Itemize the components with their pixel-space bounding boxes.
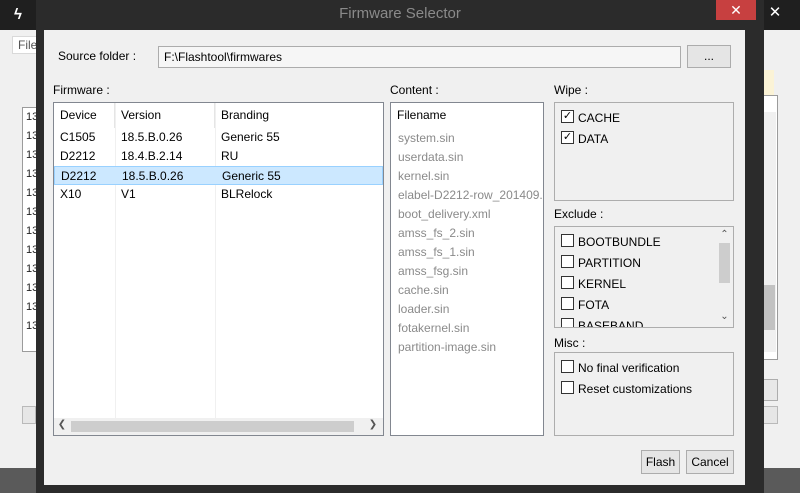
exclude-partition-option[interactable]: PARTITION <box>561 252 641 272</box>
wipe-data-checkbox[interactable]: ✓ <box>561 131 574 145</box>
exclude-group: BOOTBUNDLE PARTITION KERNEL FOTA BASEBAN… <box>554 226 734 328</box>
misc-label: Misc : <box>554 336 586 350</box>
branding-cell: Generic 55 <box>222 169 281 183</box>
content-file-item[interactable]: partition-image.sin <box>398 338 496 357</box>
content-file-item[interactable]: fotakernel.sin <box>398 319 469 338</box>
content-file-item[interactable]: system.sin <box>398 129 455 148</box>
browse-button[interactable]: ... <box>687 45 731 68</box>
firmware-row[interactable]: X10 V1 BLRelock <box>54 185 383 204</box>
content-file-item[interactable]: kernel.sin <box>398 167 449 186</box>
branding-cell: Generic 55 <box>221 130 280 144</box>
exclude-label: Exclude : <box>554 207 604 221</box>
reset-customizations-checkbox[interactable] <box>561 381 574 395</box>
checkbox-label: DATA <box>578 131 609 146</box>
content-file-item[interactable]: cache.sin <box>398 281 449 300</box>
source-folder-label: Source folder : <box>58 49 137 63</box>
version-cell: 18.4.B.2.14 <box>121 149 183 163</box>
column-header-branding[interactable]: Branding <box>215 103 383 128</box>
scroll-right-icon[interactable]: ❯ <box>367 419 379 430</box>
reset-customizations-option[interactable]: Reset customizations <box>561 378 692 398</box>
source-folder-field[interactable]: F:\Flashtool\firmwares <box>158 46 681 68</box>
exclude-baseband-checkbox[interactable] <box>561 318 574 327</box>
wipe-label: Wipe : <box>554 83 589 97</box>
content-file-item[interactable]: amss_fs_1.sin <box>398 243 475 262</box>
firmware-label: Firmware : <box>53 83 110 97</box>
exclude-partition-checkbox[interactable] <box>561 255 574 269</box>
scrollbar-thumb[interactable] <box>71 421 354 432</box>
dialog-title: Firmware Selector <box>339 5 461 22</box>
firmware-horizontal-scrollbar[interactable]: ❮ ❯ <box>54 418 383 435</box>
branding-cell: RU <box>221 149 239 163</box>
flashtool-bolt-icon: ϟ <box>14 6 22 23</box>
checkbox-label: Reset customizations <box>578 381 693 396</box>
checkbox-label: No final verification <box>578 360 680 375</box>
exclude-fota-checkbox[interactable] <box>561 297 574 311</box>
scroll-down-icon[interactable]: ⌄ <box>718 311 731 322</box>
content-file-item[interactable]: userdata.sin <box>398 148 463 167</box>
content-file-item[interactable]: loader.sin <box>398 300 449 319</box>
no-final-verification-option[interactable]: No final verification <box>561 357 679 377</box>
exclude-kernel-checkbox[interactable] <box>561 276 574 290</box>
checkbox-label: BASEBAND <box>578 318 644 328</box>
scrollbar-thumb[interactable] <box>719 243 730 283</box>
content-file-item[interactable]: amss_fs_2.sin <box>398 224 475 243</box>
device-cell: D2212 <box>60 149 96 163</box>
dialog-close-button[interactable]: ✕ <box>716 0 756 20</box>
exclude-baseband-option[interactable]: BASEBAND <box>561 315 644 328</box>
flash-button[interactable]: Flash <box>641 450 680 474</box>
content-file-item[interactable]: elabel-D2212-row_201409... <box>398 186 543 205</box>
device-cell: C1505 <box>60 130 96 144</box>
column-header-version[interactable]: Version <box>115 103 215 128</box>
exclude-fota-option[interactable]: FOTA <box>561 294 609 314</box>
exclude-vertical-scrollbar[interactable]: ⌃ ⌄ <box>716 227 733 327</box>
version-cell: 18.5.B.0.26 <box>121 130 183 144</box>
misc-group: No final verification Reset customizatio… <box>554 352 734 436</box>
wipe-cache-checkbox[interactable]: ✓ <box>561 110 574 124</box>
checkbox-label: BOOTBUNDLE <box>578 234 661 249</box>
firmware-row-selected[interactable]: D2212 18.5.B.0.26 Generic 55 <box>54 166 383 185</box>
wipe-cache-option[interactable]: ✓ CACHE <box>561 107 620 127</box>
cancel-button[interactable]: Cancel <box>686 450 734 474</box>
no-final-verification-checkbox[interactable] <box>561 360 574 374</box>
firmware-table[interactable]: Device Version Branding C1505 18.5.B.0.2… <box>53 102 384 436</box>
checkbox-label: CACHE <box>578 110 621 125</box>
checkbox-label: FOTA <box>578 297 610 312</box>
firmware-selector-dialog: Firmware Selector ✕ Source folder : F:\F… <box>36 0 764 493</box>
background-field-left <box>22 406 36 424</box>
wipe-data-option[interactable]: ✓ DATA <box>561 128 608 148</box>
content-label: Content : <box>390 83 439 97</box>
firmware-row[interactable]: D2212 18.4.B.2.14 RU <box>54 147 383 166</box>
device-cell: X10 <box>60 187 82 201</box>
wipe-group: ✓ CACHE ✓ DATA <box>554 102 734 201</box>
content-file-item[interactable]: amss_fsg.sin <box>398 262 468 281</box>
scroll-up-icon[interactable]: ⌃ <box>718 229 731 240</box>
exclude-bootbundle-checkbox[interactable] <box>561 234 574 248</box>
column-header-filename[interactable]: Filename <box>391 103 543 128</box>
device-cell: D2212 <box>61 169 97 183</box>
version-cell: 18.5.B.0.26 <box>122 169 184 183</box>
branding-cell: BLRelock <box>221 187 273 201</box>
checkbox-label: KERNEL <box>578 276 627 291</box>
main-window-close-icon[interactable]: ✕ <box>760 3 790 23</box>
version-cell: V1 <box>121 187 136 201</box>
scroll-left-icon[interactable]: ❮ <box>56 419 68 430</box>
exclude-bootbundle-option[interactable]: BOOTBUNDLE <box>561 231 661 251</box>
column-header-device[interactable]: Device <box>54 103 115 128</box>
firmware-row[interactable]: C1505 18.5.B.0.26 Generic 55 <box>54 128 383 147</box>
dialog-client-area: Source folder : F:\Flashtool\firmwares .… <box>44 30 745 485</box>
exclude-kernel-option[interactable]: KERNEL <box>561 273 626 293</box>
content-file-item[interactable]: boot_delivery.xml <box>398 205 490 224</box>
checkbox-label: PARTITION <box>578 255 641 270</box>
content-list[interactable]: Filename system.sin userdata.sin kernel.… <box>390 102 544 436</box>
close-icon: ✕ <box>730 2 742 18</box>
